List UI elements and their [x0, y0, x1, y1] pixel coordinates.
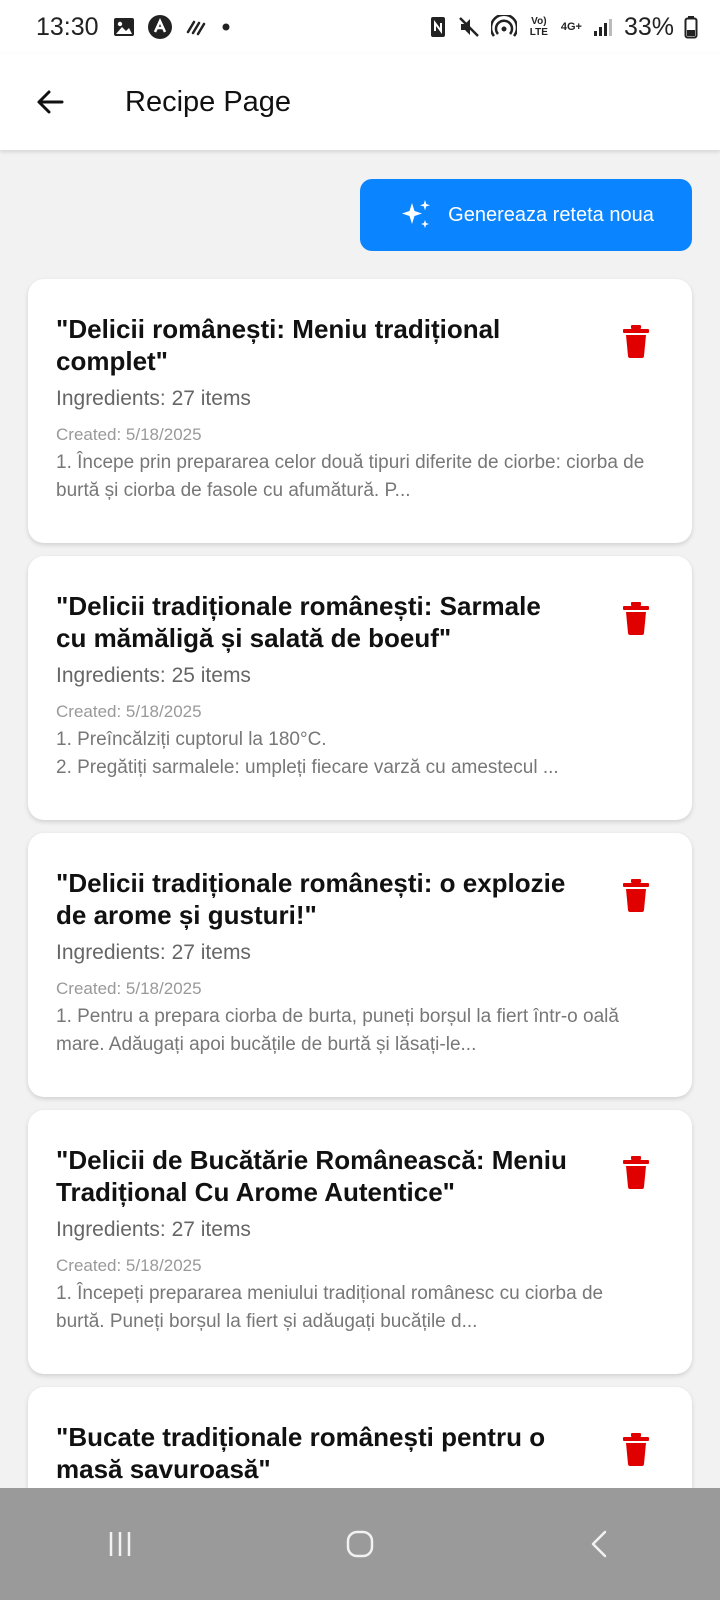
battery-percentage: 33%	[623, 12, 674, 41]
dot-icon	[222, 23, 230, 31]
trash-icon[interactable]	[620, 1154, 652, 1190]
recipe-description: 1. Începe prin prepararea celor două tip…	[56, 452, 645, 501]
recipe-card[interactable]: "Delicii de Bucătărie Românească: Meniu …	[28, 1110, 692, 1374]
battery-icon	[684, 16, 698, 39]
trash-icon[interactable]	[620, 877, 652, 913]
recipe-title: "Delicii tradiționale românești: o explo…	[56, 868, 566, 930]
home-icon	[346, 1530, 374, 1558]
nav-back-button[interactable]	[560, 1504, 640, 1584]
recipe-title: "Delicii de Bucătărie Românească: Meniu …	[56, 1145, 567, 1207]
recipe-created-date: Created: 5/18/2025	[56, 425, 202, 444]
status-system-icons: Vo) LTE 4G+ 33%	[429, 13, 698, 42]
recipe-ingredients-count: Ingredients: 27 items	[56, 1218, 251, 1241]
recipe-description: 1. Pentru a prepara ciorba de burta, pun…	[56, 1006, 619, 1055]
recipe-created-date: Created: 5/18/2025	[56, 702, 202, 721]
app-bar: Recipe Page	[0, 54, 720, 150]
recipe-card[interactable]: "Delicii tradiționale românești: o explo…	[28, 833, 692, 1097]
generate-recipe-label: Genereaza reteta noua	[448, 203, 654, 226]
status-bar: 13:30 Vo) LTE 4G+ 33%	[0, 0, 720, 54]
recipe-title: "Bucate tradiționale românești pentru o …	[56, 1422, 546, 1484]
gallery-icon	[113, 18, 134, 36]
system-nav-bar	[0, 1488, 720, 1600]
trash-icon[interactable]	[620, 323, 652, 359]
recipe-description: 1. Începeți prepararea meniului tradițio…	[56, 1283, 604, 1332]
mute-icon	[458, 17, 479, 37]
4g-icon: 4G+	[560, 21, 582, 33]
cell-signal-icon	[593, 19, 612, 36]
recipe-ingredients-count: Ingredients: 27 items	[56, 387, 251, 410]
status-time: 13:30	[36, 12, 99, 41]
recipe-title: "Delicii tradiționale românești: Sarmale…	[56, 591, 541, 653]
recipe-title: "Delicii românești: Meniu tradițional co…	[56, 314, 501, 376]
recipe-description: 1. Preîncălziți cuptorul la 180°C. 2. Pr…	[56, 729, 559, 778]
recipe-card[interactable]: "Delicii tradiționale românești: Sarmale…	[28, 556, 692, 820]
home-button[interactable]	[320, 1504, 400, 1584]
recipe-created-date: Created: 5/18/2025	[56, 979, 202, 998]
signal-wave-icon	[186, 20, 205, 36]
recent-apps-button[interactable]	[80, 1504, 160, 1584]
sparkles-icon	[402, 200, 431, 228]
recipe-ingredients-count: Ingredients: 25 items	[56, 664, 251, 687]
page-title: Recipe Page	[125, 85, 292, 118]
hotspot-icon	[490, 15, 517, 37]
trash-icon[interactable]	[620, 1431, 652, 1467]
back-icon	[591, 1530, 607, 1558]
trash-icon[interactable]	[620, 600, 652, 636]
nfc-icon	[430, 17, 445, 37]
recent-apps-icon	[109, 1532, 131, 1556]
recipe-list-container[interactable]: Genereaza reteta noua "Delicii românești…	[0, 150, 720, 1488]
back-button[interactable]	[20, 72, 80, 132]
generate-recipe-button[interactable]: Genereaza reteta noua	[360, 179, 692, 251]
recipe-created-date: Created: 5/18/2025	[56, 1256, 202, 1275]
status-notification-icons	[113, 14, 231, 40]
app-icon	[147, 15, 172, 39]
volte-icon: Vo) LTE	[529, 16, 548, 38]
recipe-ingredients-count: Ingredients: 27 items	[56, 941, 251, 964]
recipe-card[interactable]: "Delicii românești: Meniu tradițional co…	[28, 279, 692, 543]
recipe-card[interactable]: "Bucate tradiționale românești pentru o …	[28, 1387, 692, 1488]
arrow-left-icon	[37, 90, 64, 114]
